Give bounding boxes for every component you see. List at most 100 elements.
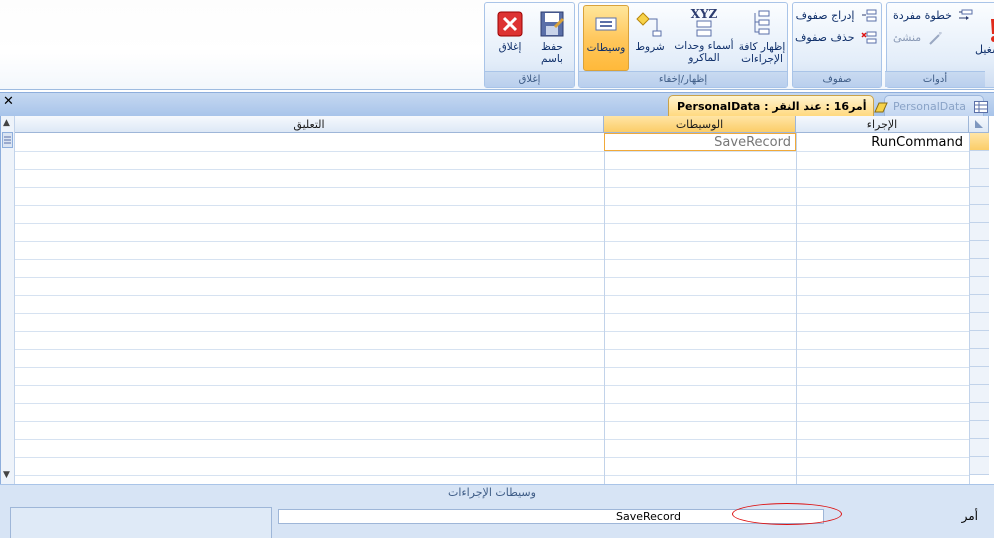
tab-macro-on-click[interactable]: PersonalData : أمر16 : عند النقر — [668, 95, 889, 117]
column-header-comment[interactable]: التعليق — [15, 116, 604, 133]
save-as-button[interactable]: حفظ باسم — [529, 5, 575, 71]
grid-column-line — [796, 133, 797, 484]
macro-names-icon — [696, 20, 712, 37]
run-label: تشغيل — [975, 43, 994, 56]
row-1-comment-cell[interactable] — [17, 134, 602, 152]
table-icon — [973, 101, 988, 113]
show-all-actions-icon — [754, 10, 770, 35]
row-selector[interactable] — [969, 223, 989, 241]
save-icon — [540, 11, 565, 37]
row-selector[interactable] — [969, 169, 989, 187]
column-header-action-label: الإجراء — [866, 118, 898, 131]
column-header-arguments[interactable]: الوسيطات — [604, 116, 796, 133]
save-as-button-label: حفظ باسم — [541, 41, 563, 65]
row-selector[interactable] — [969, 385, 989, 403]
ribbon-group-close-label: إغلاق — [485, 71, 574, 87]
row-selector[interactable] — [969, 151, 989, 169]
insert-rows-icon — [862, 9, 877, 22]
builder-button[interactable]: منشئ — [893, 29, 944, 47]
row-selector[interactable] — [969, 259, 989, 277]
close-button[interactable]: إغلاق — [487, 5, 533, 71]
row-selector[interactable] — [969, 439, 989, 457]
grid-row-line — [15, 367, 969, 368]
grid-column-line — [604, 133, 605, 484]
row-selector[interactable] — [969, 403, 989, 421]
grid-row-line — [15, 313, 969, 314]
row-selector[interactable] — [969, 331, 989, 349]
ribbon: إغلاق حفظ باسم إغلاق وسيطات شروط XYZ أسم… — [0, 0, 994, 90]
close-icon — [497, 11, 523, 37]
command-argument-row: SaveRecord أمر — [278, 503, 978, 525]
grid-row-line — [15, 331, 969, 332]
row-selector[interactable] — [969, 133, 989, 151]
grid-row-line — [15, 421, 969, 422]
column-header-action[interactable]: الإجراء — [796, 116, 969, 133]
row-selector[interactable] — [969, 367, 989, 385]
conditions-button-label: شروط — [635, 41, 665, 53]
macro-names-button-label: أسماء وحدات الماكرو — [674, 40, 734, 64]
delete-rows-button[interactable]: حذف صفوف — [795, 29, 877, 47]
grid-row-line — [15, 187, 969, 188]
macro-names-button[interactable]: XYZ أسماء وحدات الماكرو — [673, 5, 735, 71]
grid-column-line — [969, 133, 970, 484]
conditions-button[interactable]: شروط — [627, 5, 673, 71]
grid-row-line — [15, 403, 969, 404]
grid-row-line — [15, 277, 969, 278]
tab-personaldata-table[interactable]: PersonalData — [884, 95, 988, 117]
insert-rows-button[interactable]: إدراج صفوف — [796, 7, 877, 25]
close-button-label: إغلاق — [498, 41, 522, 53]
ribbon-group-rows: إدراج صفوف حذف صفوف صفوف — [792, 2, 882, 88]
delete-rows-icon — [861, 31, 877, 44]
single-step-button[interactable]: خطوة مفردة — [893, 7, 974, 25]
row-1-action-cell[interactable]: RunCommand — [798, 134, 967, 152]
close-document-icon[interactable]: ✕ — [3, 94, 14, 109]
grid-row-line — [15, 205, 969, 206]
grid-row-line — [15, 385, 969, 386]
row-selector[interactable] — [969, 421, 989, 439]
grid-row-line — [15, 439, 969, 440]
grid-row-line — [15, 169, 969, 170]
arguments-icon — [595, 17, 617, 31]
ribbon-group-tools-label: أدوات — [885, 71, 985, 87]
row-selector[interactable] — [969, 205, 989, 223]
action-arguments-pane: وسيطات الإجراءات SaveRecord أمر — [0, 484, 994, 538]
scroll-thumb[interactable] — [2, 132, 13, 148]
scroll-up-icon[interactable]: ▲ — [3, 118, 10, 128]
run-button[interactable]: تشغيل — [975, 17, 994, 57]
grid-row-line — [15, 475, 969, 476]
vertical-scrollbar[interactable]: ▲ ▼ — [1, 116, 15, 484]
row-1-arguments-cell[interactable]: SaveRecord — [604, 133, 796, 151]
arguments-button[interactable]: وسيطات — [583, 5, 629, 71]
row-selector[interactable] — [969, 349, 989, 367]
row-selector[interactable] — [969, 295, 989, 313]
macro-design-grid: ▲ ▼ التعليق الوسيطات الإجراء SaveRecord … — [0, 116, 989, 484]
ribbon-group-show-hide-label: إظهار/إخفاء — [579, 71, 787, 87]
corner-triangle-icon — [974, 120, 983, 128]
xyz-icon-text: XYZ — [690, 7, 718, 21]
command-argument-label: أمر — [961, 509, 978, 523]
grip-icon — [4, 136, 11, 144]
show-all-actions-button[interactable]: إظهار كافة الإجراءات — [737, 5, 787, 71]
delete-rows-label: حذف صفوف — [795, 31, 855, 44]
ribbon-group-rows-label: صفوف — [793, 71, 881, 87]
scroll-down-icon[interactable]: ▼ — [3, 470, 10, 480]
ribbon-group-tools: خطوة مفردة منشئ تشغيل أدوات — [885, 2, 994, 88]
row-selector[interactable] — [969, 187, 989, 205]
row-selector[interactable] — [969, 277, 989, 295]
insert-rows-label: إدراج صفوف — [795, 9, 855, 22]
select-all-corner[interactable] — [969, 116, 989, 133]
grid-row-line — [15, 295, 969, 296]
grid-row-line — [15, 241, 969, 242]
show-all-actions-button-label: إظهار كافة الإجراءات — [738, 41, 786, 65]
column-header-arguments-label: الوسيطات — [675, 118, 724, 131]
document-tab-bar: PersonalData PersonalData : أمر16 : عند … — [0, 92, 994, 117]
run-exclamation-icon — [991, 19, 994, 42]
action-arguments-title: وسيطات الإجراءات — [448, 486, 536, 499]
grid-row-line — [15, 349, 969, 350]
tab-label: PersonalData — [893, 100, 967, 113]
row-selector[interactable] — [969, 457, 989, 475]
row-selector[interactable] — [969, 241, 989, 259]
row-selector[interactable] — [969, 313, 989, 331]
highlight-oval — [732, 503, 842, 525]
grid-row-line — [15, 259, 969, 260]
